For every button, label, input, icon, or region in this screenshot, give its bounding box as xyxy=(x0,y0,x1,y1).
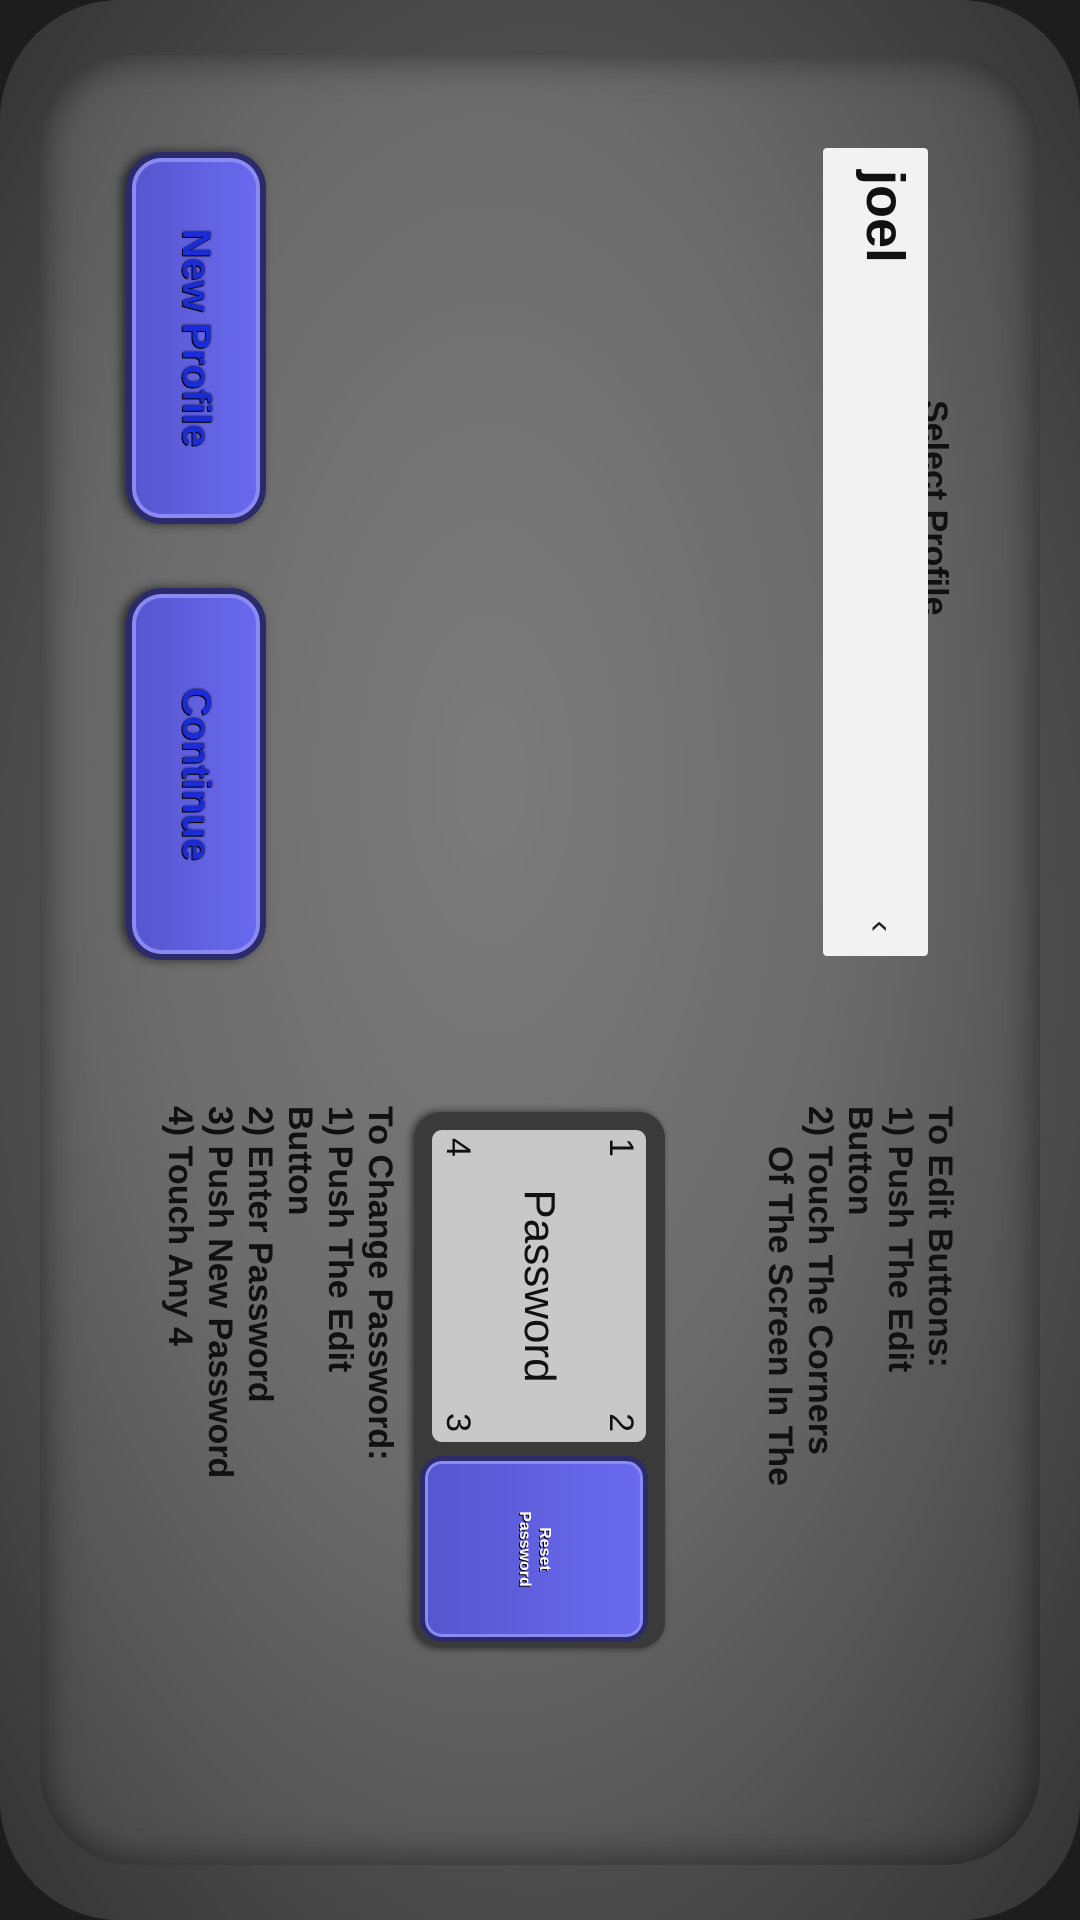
profile-dropdown[interactable]: joel ‹ xyxy=(823,148,928,956)
corner-1-label: 1 xyxy=(602,1138,640,1157)
reset-label-line: Reset xyxy=(536,1527,553,1571)
password-pad[interactable]: 1 2 3 4 Password xyxy=(432,1130,646,1442)
profile-selected-value: joel xyxy=(855,170,915,264)
edit-help-heading: To Edit Buttons: xyxy=(921,1106,959,1368)
password-help-line: Button xyxy=(281,1106,319,1216)
password-help-heading: To Change Password: xyxy=(361,1106,399,1461)
edit-help-line: 2) Touch The Corners xyxy=(801,1106,839,1455)
chevron-down-icon: ‹ xyxy=(862,920,900,932)
change-password-instructions: To Change Password: 1) Push The Edit But… xyxy=(160,1106,400,1666)
corner-2-label: 2 xyxy=(602,1413,640,1432)
edit-help-line: Of The Screen In The xyxy=(761,1146,799,1487)
password-label: Password xyxy=(515,1189,564,1383)
rotated-content: Select Profile joel ‹ New Profile Contin… xyxy=(0,0,1080,1920)
edit-help-line: Button xyxy=(841,1106,879,1216)
password-help-line: 3) Push New Password xyxy=(201,1106,239,1479)
corner-4-label: 4 xyxy=(439,1138,477,1157)
password-help-line: 2) Enter Password xyxy=(241,1106,279,1403)
edit-help-line: 1) Push The Edit xyxy=(881,1106,919,1373)
password-help-line: 1) Push The Edit xyxy=(321,1106,359,1373)
reset-label-line: Password xyxy=(516,1511,533,1587)
corner-3-label: 3 xyxy=(439,1413,477,1432)
continue-button[interactable]: Continue xyxy=(126,588,266,960)
new-profile-button[interactable]: New Profile xyxy=(126,152,266,524)
password-help-line: 4) Touch Any 4 xyxy=(161,1106,199,1346)
edit-buttons-instructions: To Edit Buttons: 1) Push The Edit Button… xyxy=(760,1106,960,1646)
reset-password-button[interactable]: Reset Password xyxy=(420,1456,648,1642)
